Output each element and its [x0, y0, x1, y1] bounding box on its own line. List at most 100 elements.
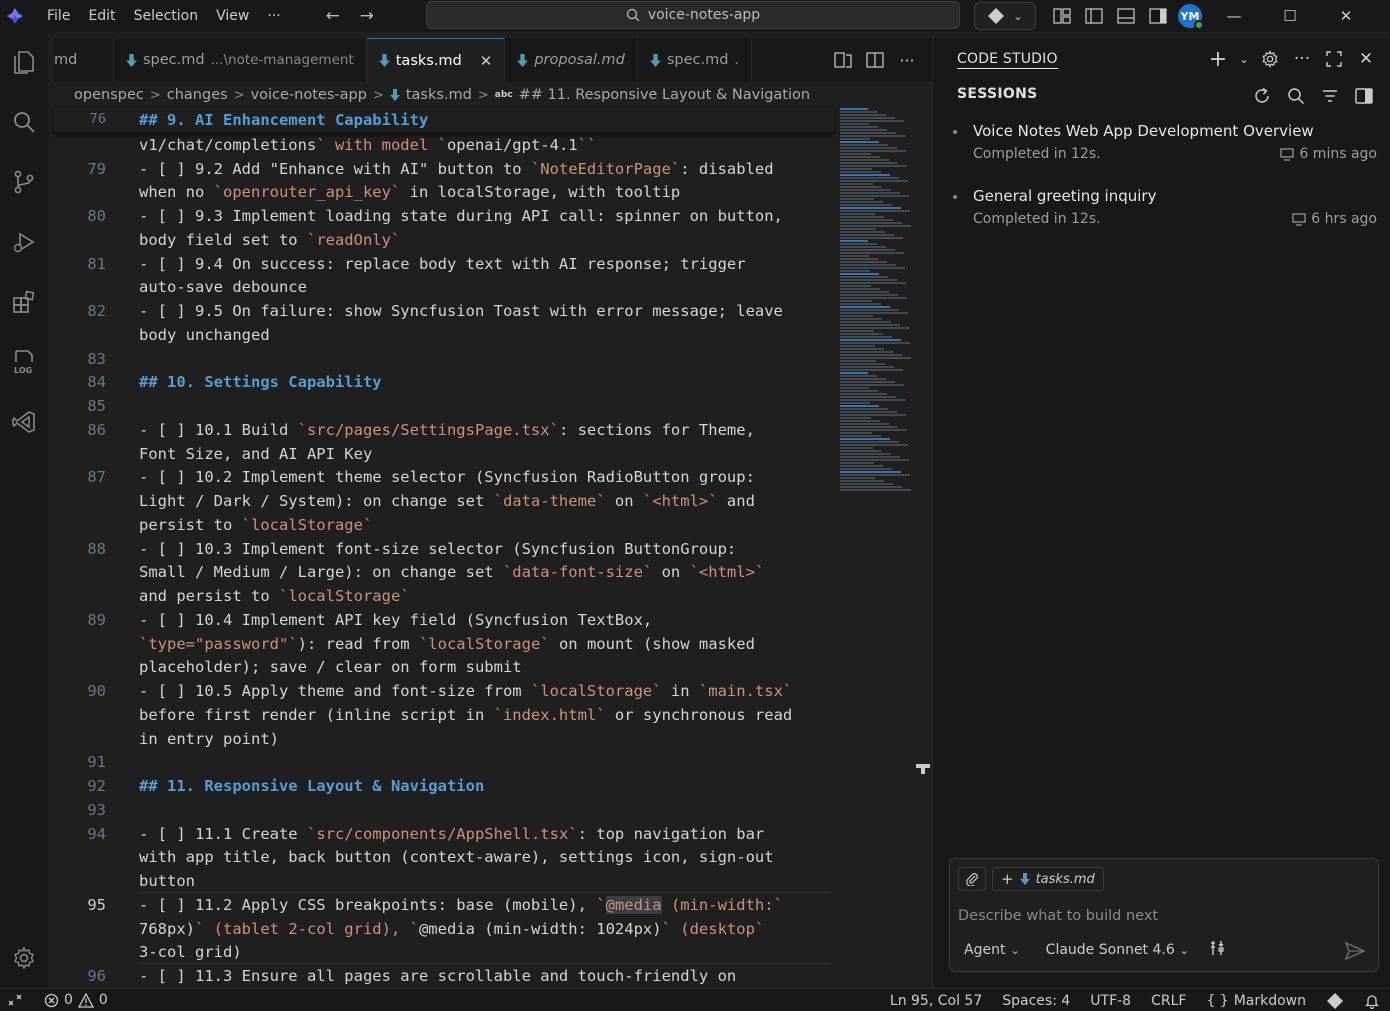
search-icon[interactable]	[0, 92, 48, 152]
toggle-primary-sidebar-icon[interactable]	[1078, 0, 1110, 32]
code-line[interactable]: 93	[54, 798, 834, 822]
attach-context-button[interactable]	[958, 867, 986, 891]
chevron-down-icon[interactable]: ⌄	[1237, 46, 1251, 72]
end-of-line[interactable]: CRLF	[1141, 993, 1196, 1009]
more-actions-icon[interactable]: ···	[1289, 46, 1315, 72]
send-button[interactable]	[1342, 939, 1368, 963]
breadcrumb-item[interactable]: tasks.md	[406, 87, 472, 103]
code-line[interactable]: 96 - [ ] 11.3 Ensure all pages are scroll…	[54, 964, 834, 988]
notifications-bell-icon[interactable]	[1354, 993, 1390, 1009]
code-line[interactable]: Small / Medium / Large): on change set `…	[54, 560, 834, 584]
settings-gear-icon[interactable]	[0, 928, 48, 988]
tools-icon[interactable]	[1209, 939, 1227, 961]
split-editor-icon[interactable]	[862, 47, 888, 73]
code-line[interactable]: 86 - [ ] 10.1 Build `src/pages/SettingsPa…	[54, 418, 834, 442]
extensions-icon[interactable]	[0, 272, 48, 332]
code-line[interactable]: Font Size, and AI API Key	[54, 442, 834, 466]
code-line[interactable]: 88 - [ ] 10.3 Implement font-size selecto…	[54, 537, 834, 561]
indentation[interactable]: Spaces: 4	[992, 993, 1080, 1009]
code-line[interactable]: when no `openrouter_api_key` in localSto…	[54, 180, 834, 204]
source-control-icon[interactable]	[0, 152, 48, 212]
editor-tab[interactable]: spec.md ...\note-management	[114, 38, 367, 82]
toggle-panel-icon[interactable]	[1110, 0, 1142, 32]
code-line[interactable]: 768px)` (tablet 2-col grid), `@media (mi…	[54, 917, 834, 941]
code-line[interactable]: 79 - [ ] 9.2 Add "Enhance with AI" button…	[54, 157, 834, 181]
menu-item-more[interactable]: ···	[258, 0, 289, 32]
maximize-panel-icon[interactable]	[1321, 46, 1347, 72]
minimap[interactable]	[840, 108, 912, 498]
editor-tab[interactable]: spec.md.	[637, 38, 752, 82]
code-line[interactable]: 91	[54, 750, 834, 774]
copilot-menu-button[interactable]: ⌄	[974, 2, 1036, 30]
minimize-icon[interactable]: —	[1206, 0, 1262, 32]
sticky-scroll-header[interactable]: 76 ## 9. AI Enhancement Capability	[54, 108, 834, 132]
refresh-icon[interactable]	[1248, 82, 1276, 110]
explorer-icon[interactable]	[0, 32, 48, 92]
command-center-search[interactable]: voice-notes-app	[426, 1, 960, 29]
problems-indicator[interactable]: 0 0	[44, 992, 108, 1008]
code-line[interactable]: auto-save debounce	[54, 275, 834, 299]
code-line[interactable]: 90 - [ ] 10.5 Apply theme and font-size f…	[54, 679, 834, 703]
code-line[interactable]: with app title, back button (context-awa…	[54, 845, 834, 869]
code-line[interactable]: 85	[54, 394, 834, 418]
open-changes-icon[interactable]	[830, 47, 856, 73]
code-editor[interactable]: apiKey?: string): Promise<string>` — POS…	[54, 108, 834, 988]
customize-layout-icon[interactable]	[1046, 0, 1078, 32]
code-line[interactable]: 82 - [ ] 9.5 On failure: show Syncfusion …	[54, 299, 834, 323]
code-line[interactable]: placeholder); save / clear on form submi…	[54, 655, 834, 679]
context-file-chip[interactable]: + tasks.md	[992, 867, 1104, 891]
output-log-icon[interactable]: LOG	[0, 332, 48, 392]
code-line[interactable]: 80 - [ ] 9.3 Implement loading state duri…	[54, 204, 834, 228]
code-line[interactable]: body field set to `readOnly`	[54, 228, 834, 252]
code-line[interactable]: 89 - [ ] 10.4 Implement API key field (Sy…	[54, 608, 834, 632]
mode-dropdown[interactable]: Agent ⌄	[958, 940, 1026, 960]
visual-studio-icon[interactable]	[0, 392, 48, 452]
code-line[interactable]: 87 - [ ] 10.2 Implement theme selector (S…	[54, 465, 834, 489]
back-arrow-icon[interactable]: ←	[322, 5, 344, 27]
language-mode[interactable]: { } Markdown	[1196, 993, 1316, 1009]
code-line[interactable]: and persist to `localStorage`	[54, 584, 834, 608]
more-actions-icon[interactable]: ···	[894, 47, 920, 73]
menu-item-view[interactable]: View	[207, 0, 258, 32]
menu-item-edit[interactable]: Edit	[79, 0, 124, 32]
run-and-debug-icon[interactable]	[0, 212, 48, 272]
search-icon[interactable]	[1282, 82, 1310, 110]
toggle-sidebar-icon[interactable]	[1350, 82, 1378, 110]
code-line[interactable]: before first render (inline script in `i…	[54, 703, 834, 727]
code-line[interactable]: 3-col grid)	[54, 940, 834, 964]
forward-arrow-icon[interactable]: →	[356, 5, 378, 27]
model-dropdown[interactable]: Claude Sonnet 4.6 ⌄	[1040, 940, 1195, 960]
editor-tab[interactable]: md	[54, 38, 114, 82]
copilot-status-icon[interactable]	[1316, 992, 1354, 1010]
breadcrumb-item[interactable]: openspec	[74, 87, 144, 103]
close-window-icon[interactable]: ✕	[1318, 0, 1374, 32]
menu-item-selection[interactable]: Selection	[125, 0, 208, 32]
chat-prompt-input[interactable]	[958, 905, 1368, 927]
code-line[interactable]: `type="password"`): read from `localStor…	[54, 632, 834, 656]
filter-icon[interactable]	[1316, 82, 1344, 110]
editor-tab[interactable]: tasks.md ✕	[366, 38, 506, 82]
code-line[interactable]: 81 - [ ] 9.4 On success: replace body tex…	[54, 252, 834, 276]
code-line[interactable]: 84 ## 10. Settings Capability	[54, 370, 834, 394]
code-line[interactable]: 95 - [ ] 11.2 Apply CSS breakpoints: base…	[54, 893, 834, 917]
code-line[interactable]: 92 ## 11. Responsive Layout & Navigation	[54, 774, 834, 798]
code-line[interactable]: button	[54, 869, 834, 893]
maximize-icon[interactable]: ☐	[1262, 0, 1318, 32]
code-line[interactable]: in entry point)	[54, 727, 834, 751]
code-line[interactable]: Light / Dark / System): on change set `d…	[54, 489, 834, 513]
settings-gear-icon[interactable]	[1257, 46, 1283, 72]
toggle-secondary-sidebar-icon[interactable]	[1142, 0, 1174, 32]
encoding[interactable]: UTF-8	[1080, 993, 1141, 1009]
close-panel-icon[interactable]: ✕	[1353, 46, 1379, 72]
code-line[interactable]: 83	[54, 347, 834, 371]
code-line[interactable]: 94 - [ ] 11.1 Create `src/components/AppS…	[54, 822, 834, 846]
breadcrumb-item[interactable]: voice-notes-app	[251, 87, 367, 103]
new-session-plus-icon[interactable]: +	[1205, 46, 1231, 72]
code-line[interactable]: v1/chat/completions` with model `openai/…	[54, 133, 834, 157]
breadcrumb-item[interactable]: ## 11. Responsive Layout & Navigation	[519, 87, 810, 103]
account-avatar[interactable]: YM	[1178, 4, 1204, 30]
breadcrumb-item[interactable]: changes	[167, 87, 228, 103]
remote-indicator-icon[interactable]	[0, 989, 30, 1011]
cursor-position[interactable]: Ln 95, Col 57	[880, 993, 992, 1009]
menu-item-file[interactable]: File	[38, 0, 79, 32]
